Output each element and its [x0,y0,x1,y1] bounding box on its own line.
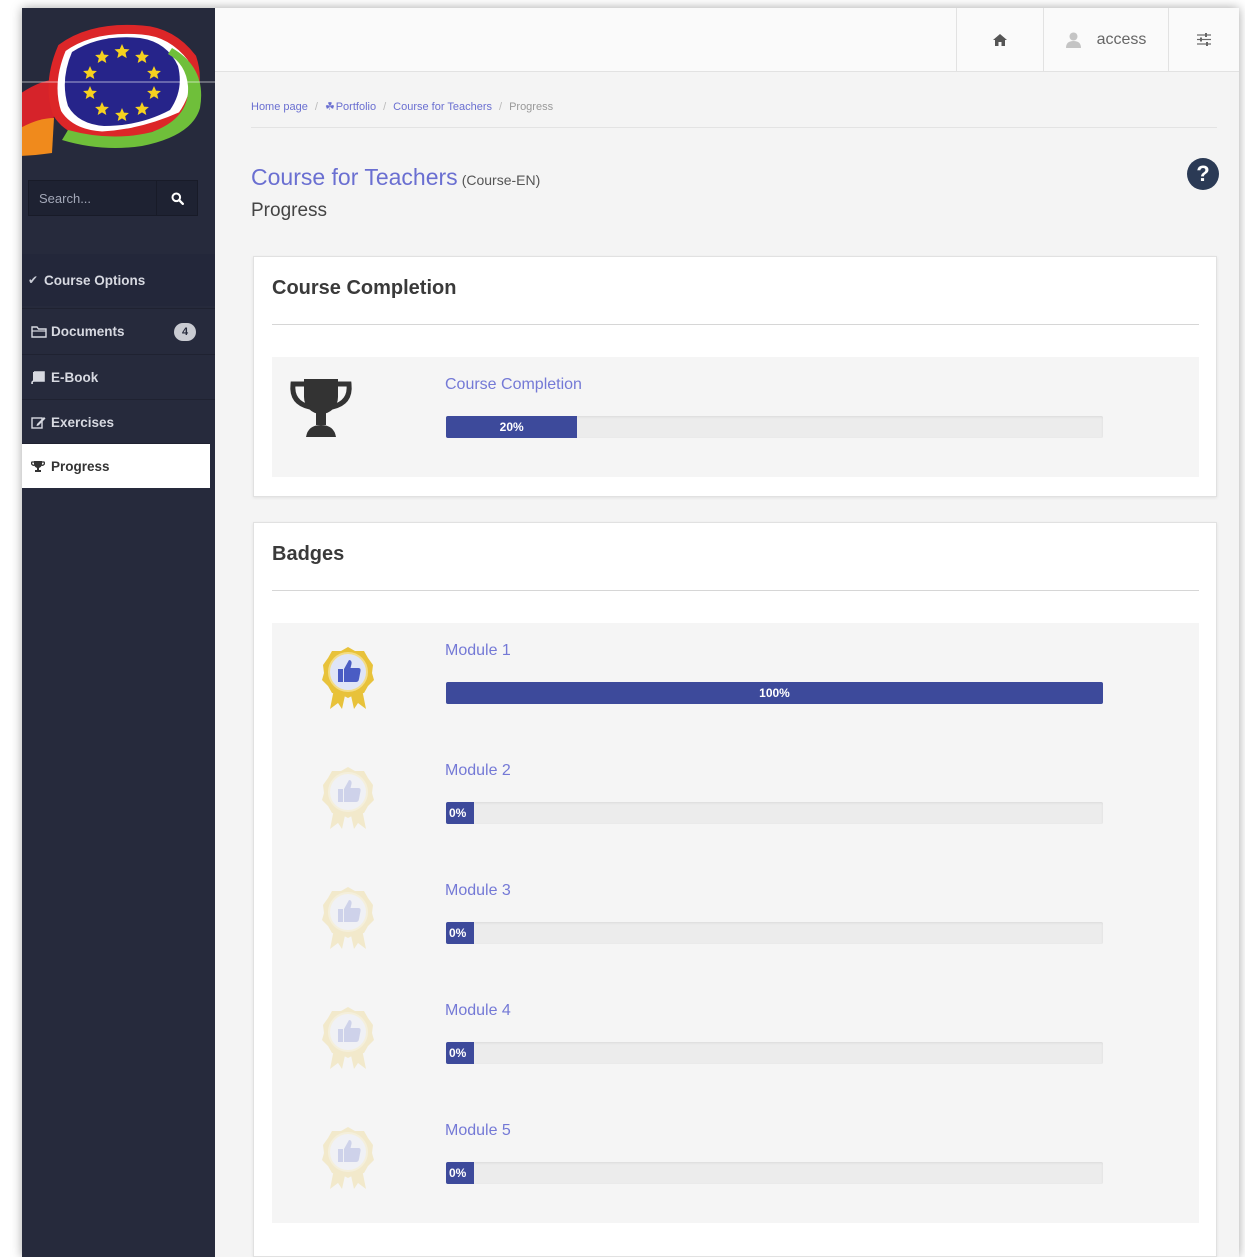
home-icon: ☘ [324,101,336,113]
course-completion-panel: Course Completion Course Completion 20% [253,256,1217,497]
settings-button[interactable] [1168,8,1239,71]
badges-body: Module 1 100% Module 2 0% Module 3 0% Module 4… [272,623,1199,1223]
sidebar-item-label: Exercises [51,414,115,430]
thumbs-up-badge-icon [322,887,374,949]
completion-body: Course Completion 20% [272,357,1199,477]
thumbs-up-badge-icon [322,647,374,709]
completion-progress-fill: 20% [446,416,578,438]
user-icon [1065,32,1081,48]
breadcrumb-course-link[interactable]: Course for Teachers [393,101,492,113]
user-name: access [1096,30,1147,48]
home-icon [993,33,1007,46]
edit-icon [31,416,51,429]
module-progress-fill: 0% [446,802,474,824]
course-title-link[interactable]: Course for Teachers [251,164,458,190]
user-menu[interactable]: access [1043,8,1168,71]
breadcrumb-divider [251,127,1217,128]
panel-title: Badges [272,543,345,565]
home-button[interactable] [956,8,1043,71]
panel-title: Course Completion [272,277,457,299]
sidebar-item-documents[interactable]: Documents 4 [22,308,215,353]
search-icon [171,192,184,205]
thumbs-up-badge-icon [322,767,374,829]
sidebar: ✔ Course Options Documents 4 E-Book Exer… [22,8,215,1257]
sidebar-item-exercises[interactable]: Exercises [22,399,215,444]
sidebar-item-ebook[interactable]: E-Book [22,354,215,399]
search-button[interactable] [157,180,198,216]
panel-divider [272,590,1199,591]
main-content: Home page / ☘ Portfolio / Course for Teacher… [215,72,1239,1257]
course-code: (Course-EN) [461,172,541,188]
module-label: Module 5 [445,1122,511,1139]
breadcrumb-current: Progress [509,101,554,113]
sliders-icon [1197,33,1211,46]
search-input[interactable] [28,180,157,216]
book-icon [31,370,51,384]
course-options-label: Course Options [44,272,146,288]
panel-divider [272,324,1199,325]
module-label: Module 4 [445,1002,511,1019]
module-label: Module 1 [445,642,511,659]
module-progress-fill: 0% [446,1042,474,1064]
module-label: Module 2 [445,762,511,779]
documents-count-badge: 4 [174,323,196,341]
chevron-down-icon: ✔ [27,273,39,287]
module-progress-bar: 0% [446,1042,1103,1064]
completion-progress-bar: 20% [446,416,1103,438]
completion-label: Course Completion [445,376,582,393]
module-progress-bar: 0% [446,922,1103,944]
badges-panel: Badges Module 1 100% Module 2 0% Module 3 0% M… [253,522,1217,1257]
trophy-icon [290,379,352,437]
sidebar-item-label: Documents [51,323,125,339]
sidebar-item-progress[interactable]: Progress [22,443,210,488]
thumbs-up-badge-icon [322,1127,374,1189]
eu-logo [22,24,215,156]
module-progress-fill: 0% [446,922,474,944]
module-progress-fill: 0% [446,1162,474,1184]
breadcrumb: Home page / ☘ Portfolio / Course for Teacher… [251,101,554,113]
sidebar-search [28,180,198,216]
module-progress-bar: 100% [446,682,1103,704]
thumbs-up-badge-icon [322,1007,374,1069]
module-progress-bar: 0% [446,1162,1103,1184]
folder-icon [31,325,51,338]
sidebar-item-label: Progress [51,458,110,474]
page-subtitle: Progress [251,200,328,221]
sidebar-item-label: E-Book [51,369,99,385]
module-progress-fill: 100% [446,682,1103,704]
module-progress-bar: 0% [446,802,1103,824]
breadcrumb-portfolio-label: Portfolio [335,101,377,113]
help-icon[interactable]: ? [1187,158,1219,190]
page-title: Course for Teachers (Course-EN) [251,164,540,191]
breadcrumb-portfolio-link[interactable]: ☘ Portfolio [325,101,376,113]
breadcrumb-home-link[interactable]: Home page [251,101,308,113]
trophy-icon [31,460,51,473]
course-options-header[interactable]: ✔ Course Options [22,254,215,306]
app-window: ✔ Course Options Documents 4 E-Book Exer… [22,8,1239,1257]
top-bar: access [215,8,1239,72]
module-label: Module 3 [445,882,511,899]
